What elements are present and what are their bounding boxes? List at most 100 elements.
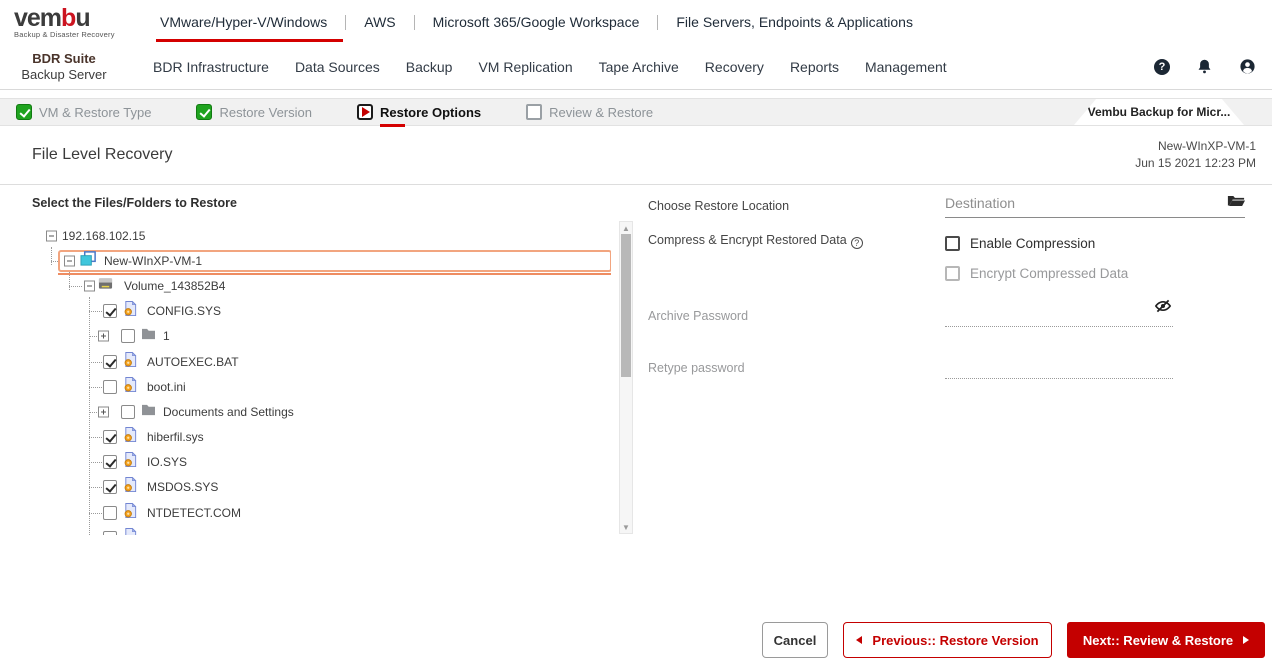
expand-toggle-icon[interactable] (98, 331, 109, 342)
tree-checkbox[interactable] (103, 380, 117, 394)
tree-item-label[interactable]: Documents and Settings (163, 405, 294, 419)
retype-password-input[interactable] (945, 356, 1173, 371)
nav-reports[interactable]: Reports (777, 59, 852, 75)
user-icon[interactable] (1239, 58, 1256, 75)
tree-connector-stub (89, 513, 102, 514)
wizard-footer: Cancel Previous:: Restore Version Next::… (0, 622, 1272, 658)
encrypt-data-checkbox[interactable] (945, 266, 960, 281)
vembu-logo[interactable]: vembu Backup & Disaster Recovery (14, 6, 126, 39)
nav-recovery[interactable]: Recovery (692, 59, 777, 75)
tree-row-folder[interactable]: 1 (46, 324, 611, 349)
collapse-toggle-icon[interactable] (84, 280, 95, 291)
tree-item-label[interactable]: boot.ini (147, 380, 186, 394)
tree-item-label[interactable]: MSDOS.SYS (147, 480, 218, 494)
tree-scrollbar[interactable]: ▲ ▼ (619, 221, 633, 534)
tab-aws[interactable]: AWS (360, 0, 399, 44)
step-current-play-icon (357, 104, 373, 120)
tree-row-file[interactable]: boot.ini (46, 374, 611, 399)
file-icon (123, 301, 138, 322)
tab-file-servers-endpoints[interactable]: File Servers, Endpoints & Applications (672, 0, 917, 44)
archive-password-label: Archive Password (648, 309, 748, 323)
tree-checkbox[interactable] (103, 455, 117, 469)
tree-row-partial (46, 525, 611, 535)
tree-root-label[interactable]: 192.168.102.15 (62, 229, 145, 243)
tree-item-label[interactable]: IO.SYS (147, 455, 187, 469)
retype-password-label: Retype password (648, 361, 745, 375)
suite-block: BDR Suite Backup Server (0, 51, 128, 83)
tree-connector-stub (89, 387, 102, 388)
destination-input[interactable] (945, 191, 1215, 211)
main-content: Select the Files/Folders to Restore 192.… (0, 185, 1272, 621)
context-tab-vembu-backup[interactable]: Vembu Backup for Micr... (1074, 99, 1244, 125)
tree-item-label[interactable]: CONFIG.SYS (147, 304, 221, 318)
nav-bdr-infrastructure[interactable]: BDR Infrastructure (140, 59, 282, 75)
tree-row-file[interactable]: NTDETECT.COM (46, 500, 611, 525)
destination-field (945, 191, 1245, 218)
tree-row-file[interactable]: AUTOEXEC.BAT (46, 349, 611, 374)
tree-checkbox[interactable] (121, 405, 135, 419)
tree-row-volume[interactable]: Volume_143852B4 (46, 273, 611, 298)
file-icon (123, 351, 138, 372)
tree-checkbox[interactable] (103, 531, 117, 535)
tree-row-folder[interactable]: Documents and Settings (46, 399, 611, 424)
step-review-restore[interactable]: Review & Restore (526, 104, 653, 120)
help-tooltip-icon[interactable]: ? (851, 237, 863, 249)
file-tree: 192.168.102.15 New-WInXP-VM-1 Volume_14385… (46, 223, 611, 535)
step-done-check-icon (16, 104, 32, 120)
tree-item-label[interactable]: 1 (163, 329, 170, 343)
nav-data-sources[interactable]: Data Sources (282, 59, 393, 75)
tree-checkbox[interactable] (103, 506, 117, 520)
tree-checkbox[interactable] (103, 355, 117, 369)
tab-vmware-hyperv-windows[interactable]: VMware/Hyper-V/Windows (156, 0, 331, 44)
tree-connector-stub (89, 462, 102, 463)
enable-compression-row[interactable]: Enable Compression (945, 236, 1095, 251)
tree-checkbox[interactable] (103, 430, 117, 444)
tree-volume-label[interactable]: Volume_143852B4 (124, 279, 225, 293)
previous-button[interactable]: Previous:: Restore Version (843, 622, 1052, 658)
tree-checkbox[interactable] (103, 304, 117, 318)
cancel-button[interactable]: Cancel (762, 622, 828, 658)
tab-separator (345, 15, 346, 30)
encrypt-data-row[interactable]: Encrypt Compressed Data (945, 266, 1128, 281)
scroll-thumb[interactable] (621, 234, 631, 377)
collapse-toggle-icon[interactable] (46, 230, 57, 241)
next-button[interactable]: Next:: Review & Restore (1067, 622, 1265, 658)
tree-vm-label[interactable]: New-WInXP-VM-1 (104, 254, 202, 268)
nav-backup[interactable]: Backup (393, 59, 466, 75)
tree-item-label[interactable]: NTDETECT.COM (147, 506, 241, 520)
expand-toggle-icon[interactable] (98, 406, 109, 417)
step-vm-restore-type[interactable]: VM & Restore Type (16, 104, 151, 120)
help-icon[interactable]: ? (1154, 59, 1170, 75)
tab-microsoft365-google[interactable]: Microsoft 365/Google Workspace (429, 0, 644, 44)
tree-checkbox[interactable] (103, 480, 117, 494)
step-restore-options[interactable]: Restore Options (357, 104, 481, 120)
tree-row-file[interactable]: hiberfil.sys (46, 425, 611, 450)
page-header: File Level Recovery New-WInXP-VM-1 Jun 1… (0, 126, 1272, 185)
nav-tape-archive[interactable]: Tape Archive (586, 59, 692, 75)
archive-password-input[interactable] (945, 304, 1173, 319)
nav-management[interactable]: Management (852, 59, 960, 75)
restore-location-label: Choose Restore Location (648, 199, 789, 213)
page-title: File Level Recovery (32, 146, 173, 164)
tab-separator (414, 15, 415, 30)
scroll-up-arrow[interactable]: ▲ (620, 222, 632, 234)
tree-item-label[interactable]: AUTOEXEC.BAT (147, 355, 239, 369)
retype-password-field (945, 355, 1173, 379)
file-icon (123, 527, 138, 535)
nav-right-icons: ? (1154, 58, 1272, 75)
nav-vm-replication[interactable]: VM Replication (465, 59, 585, 75)
folder-icon (141, 403, 156, 421)
destination-folder-icon[interactable] (1227, 193, 1245, 209)
notifications-icon[interactable] (1196, 58, 1213, 75)
tree-row-file[interactable]: CONFIG.SYS (46, 299, 611, 324)
tree-checkbox[interactable] (121, 329, 135, 343)
step-restore-version[interactable]: Restore Version (196, 104, 312, 120)
tree-item-label[interactable]: hiberfil.sys (147, 430, 204, 444)
collapse-toggle-icon[interactable] (64, 255, 75, 266)
tree-row-file[interactable]: MSDOS.SYS (46, 475, 611, 500)
scroll-down-arrow[interactable]: ▼ (620, 521, 632, 533)
tree-connector-stub (89, 412, 97, 413)
enable-compression-checkbox[interactable] (945, 236, 960, 251)
tree-row-file[interactable]: IO.SYS (46, 450, 611, 475)
tree-row-vm[interactable]: New-WInXP-VM-1 (46, 248, 611, 273)
